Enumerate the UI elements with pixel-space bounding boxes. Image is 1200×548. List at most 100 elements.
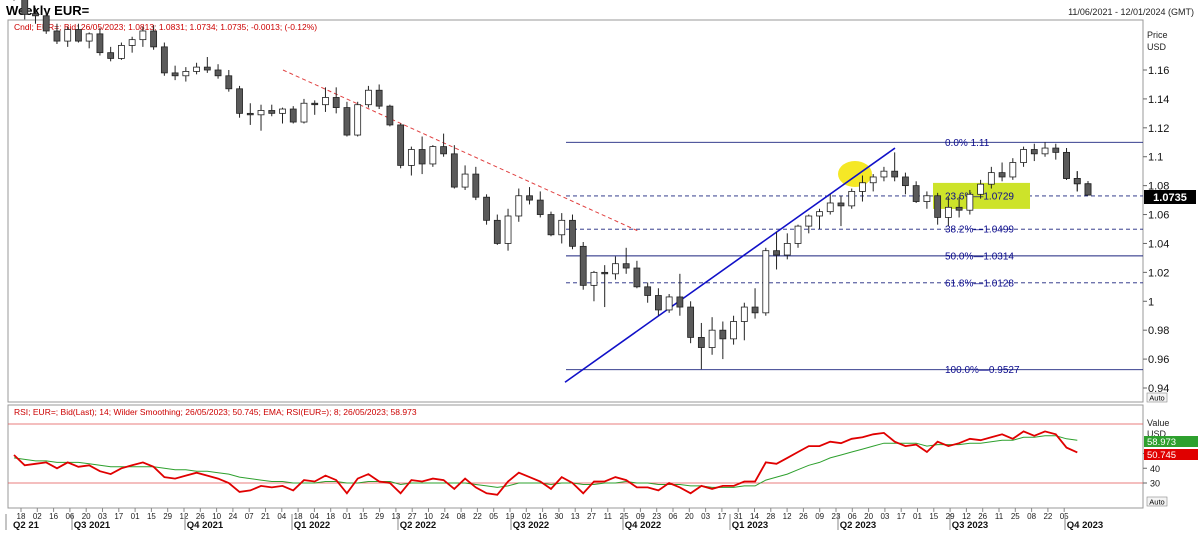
fib-level-label: 38.2%—1.0499 — [945, 225, 1014, 236]
rsi-axis-title: Value — [1147, 418, 1169, 428]
candle-body — [236, 88, 243, 114]
candle-body — [633, 267, 641, 288]
candle-body — [665, 296, 673, 311]
time-tick-label: 04 — [277, 512, 286, 521]
candle-body — [289, 108, 297, 123]
candle-body — [880, 170, 888, 178]
price-tick-label: 1.12 — [1148, 123, 1169, 135]
price-auto-label[interactable]: Auto — [1149, 394, 1164, 403]
candle-body — [676, 296, 684, 308]
candle-body — [429, 146, 437, 165]
quarter-label: Q2 2022 — [400, 520, 436, 531]
price-tick-label: 1.04 — [1148, 238, 1169, 250]
time-tick-label: 15 — [359, 512, 368, 521]
candle-body — [687, 306, 695, 338]
rsi-lines: 304050 — [8, 423, 1160, 496]
candle-body — [977, 183, 984, 195]
candle-body — [762, 250, 770, 314]
candle-body — [891, 170, 899, 178]
candle-body — [64, 29, 72, 42]
chart-window: Weekly EUR= 11/06/2021 - 12/01/2024 (GMT… — [0, 0, 1200, 548]
candle-body — [719, 329, 727, 340]
time-tick-label: 21 — [261, 512, 270, 521]
price-tick-label: 1 — [1148, 296, 1154, 308]
candle-body — [966, 193, 974, 211]
time-tick-label: 29 — [163, 512, 172, 521]
candle-body — [590, 271, 598, 286]
candle-body — [1041, 147, 1049, 155]
candle-body — [579, 245, 587, 286]
ema-last-label: 58.973 — [1147, 437, 1176, 448]
candle-body — [365, 89, 372, 106]
candle-body — [902, 176, 909, 187]
candle-body — [407, 149, 415, 166]
candle-body — [322, 97, 329, 106]
quarter-label: Q1 2022 — [294, 520, 330, 531]
candle-body — [375, 89, 383, 107]
fib-level-label: 100.0%—0.9527 — [945, 365, 1020, 376]
candlesticks — [13, 0, 1092, 370]
time-tick-label: 17 — [897, 512, 906, 521]
candle-body — [1073, 178, 1081, 185]
chart-canvas[interactable]: Cndl; EUR=; Bid; 26/05/2023; 1.0813; 1.0… — [0, 0, 1200, 548]
candle-body — [171, 72, 179, 77]
time-tick-label: 22 — [1043, 512, 1052, 521]
candle-body — [655, 295, 662, 311]
time-tick-label: 03 — [880, 512, 889, 521]
time-tick-label: 25 — [1011, 512, 1020, 521]
price-legend: Cndl; EUR=; Bid; 26/05/2023; 1.0813; 1.0… — [14, 22, 317, 32]
candle-body — [612, 263, 619, 275]
price-tick-label: 1.14 — [1148, 94, 1169, 106]
candle-body — [300, 102, 308, 123]
time-tick-label: 16 — [49, 512, 58, 521]
time-tick-label: 22 — [473, 512, 482, 521]
candle-body — [472, 173, 480, 198]
ema-line — [13, 435, 1078, 488]
candle-body — [128, 39, 136, 46]
rsi-legend: RSI; EUR=; Bid(Last); 14; Wilder Smoothi… — [14, 407, 417, 417]
fib-level-label: 50.0%—1.0314 — [945, 251, 1014, 262]
price-tick-label: 1.16 — [1148, 65, 1169, 77]
candle-body — [934, 195, 942, 218]
candle-body — [740, 306, 748, 322]
candle-body — [859, 182, 866, 192]
candle-body — [998, 172, 1006, 178]
candle-body — [418, 149, 426, 165]
trend-lines — [282, 69, 896, 383]
candle-body — [343, 107, 351, 136]
candle-body — [96, 33, 104, 54]
candle-body — [311, 102, 319, 106]
candle-body — [53, 30, 61, 42]
candle-body — [193, 66, 200, 72]
candle-body — [773, 250, 780, 256]
candle-body — [160, 46, 168, 74]
quarter-label: Q4 2023 — [1067, 520, 1103, 531]
time-tick-label: 15 — [147, 512, 156, 521]
time-tick-label: 13 — [571, 512, 580, 521]
candle-body — [526, 195, 533, 201]
candle-body — [461, 173, 469, 188]
candle-body — [332, 97, 340, 108]
time-axis: 18 02 16 06 20 03 17 01 15 29 12 26 10 24 07 21 04 18 04 18… — [5, 508, 1103, 531]
candle-body — [504, 215, 512, 244]
candle-body — [515, 195, 523, 217]
time-tick-label: 11 — [995, 512, 1004, 521]
candle-body — [139, 30, 147, 41]
candle-body — [569, 219, 576, 247]
candle-body — [1030, 149, 1038, 155]
time-tick-label: 09 — [815, 512, 824, 521]
time-tick-label: 20 — [685, 512, 694, 521]
time-tick-label: 17 — [717, 512, 726, 521]
rsi-panel-frame — [7, 404, 1144, 509]
time-tick-label: 15 — [929, 512, 938, 521]
time-tick-label: 01 — [913, 512, 922, 521]
price-tick-label: 1.06 — [1148, 210, 1169, 222]
price-tick-label: 0.96 — [1148, 354, 1169, 366]
time-tick-label: 06 — [669, 512, 678, 521]
candle-body — [816, 211, 823, 217]
candle-body — [354, 104, 362, 136]
fib-level-label: 0.0% 1.11 — [945, 138, 990, 149]
candle-body — [483, 196, 490, 221]
candle-body — [450, 153, 458, 188]
candle-body — [837, 202, 845, 207]
